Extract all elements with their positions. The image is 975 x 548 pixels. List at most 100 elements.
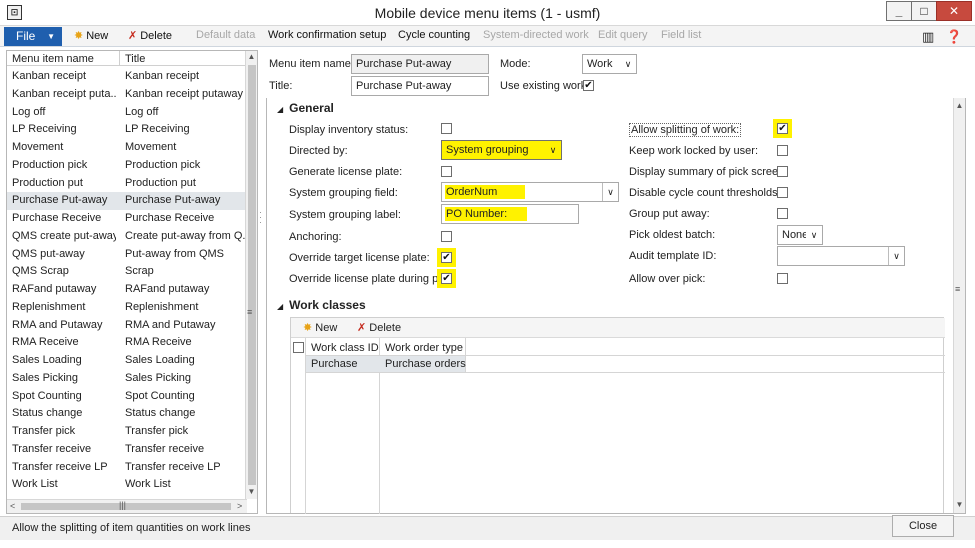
display-inventory-status-checkbox[interactable]: [441, 123, 452, 134]
work-class-delete-button[interactable]: ✗ Delete: [357, 321, 401, 334]
override-target-license-plate-checkbox[interactable]: ✔: [441, 252, 452, 263]
scroll-up-icon[interactable]: ▲: [246, 52, 257, 61]
allow-splitting-of-work-label: Allow splitting of work:: [629, 123, 742, 137]
scroll-left-icon[interactable]: <: [10, 501, 15, 511]
scroll-up-icon[interactable]: ▲: [954, 101, 965, 110]
menu-item-name-cell: Replenishment: [12, 300, 86, 313]
pane-splitter[interactable]: · · ·: [259, 208, 265, 227]
detail-vertical-scrollbar[interactable]: ▲ ≡ ▼: [953, 98, 965, 513]
column-divider: [119, 51, 120, 66]
new-button[interactable]: ✸ New: [74, 29, 108, 42]
list-item[interactable]: QMS Scrap Scrap: [7, 263, 247, 281]
menu-item-title-cell: Purchase Receive: [125, 212, 215, 224]
work-class-new-button[interactable]: ✸ New: [303, 321, 337, 334]
scroll-down-icon[interactable]: ▼: [246, 487, 257, 496]
work-order-type-cell[interactable]: Purchase orders: [385, 358, 466, 370]
override-license-plate-during-put-checkbox[interactable]: ✔: [441, 273, 452, 284]
list-item[interactable]: Transfer pick Transfer pick: [7, 423, 247, 441]
list-item[interactable]: Spot Counting Spot Counting: [7, 388, 247, 406]
mode-select[interactable]: Work ∨: [582, 54, 637, 74]
maximize-button[interactable]: □: [911, 1, 937, 21]
list-vertical-scrollbar[interactable]: ▲ ≡ ▼: [245, 51, 257, 499]
menu-item-name-field[interactable]: Purchase Put-away: [351, 54, 489, 74]
work-class-id-cell[interactable]: Purchase: [311, 358, 357, 370]
general-section-header[interactable]: ◢ General: [277, 101, 334, 115]
directed-by-select[interactable]: System grouping ∨: [441, 140, 562, 160]
menu-item-name-cell: Transfer pick: [12, 425, 76, 437]
list-item[interactable]: Work List Work List: [7, 476, 247, 494]
layout-icon[interactable]: ▥: [922, 29, 934, 45]
list-item[interactable]: RMA and Putaway RMA and Putaway: [7, 317, 247, 335]
allow-splitting-of-work-checkbox[interactable]: ✔: [777, 123, 788, 134]
menu-item-name-cell: QMS put-away: [12, 247, 85, 260]
allow-over-pick-label: Allow over pick:: [629, 273, 706, 285]
list-item[interactable]: Kanban receipt puta... Kanban receipt put…: [7, 86, 247, 104]
anchoring-checkbox[interactable]: [441, 231, 452, 242]
list-item[interactable]: Sales Loading Sales Loading: [7, 352, 247, 370]
list-horizontal-scrollbar[interactable]: < ||| >: [7, 499, 247, 513]
menu-item-name-cell: Spot Counting: [12, 389, 82, 402]
column-header-work-order-type[interactable]: Work order type: [385, 342, 463, 354]
column-header-title[interactable]: Title: [125, 53, 145, 65]
file-menu-button[interactable]: File ▼: [4, 27, 62, 46]
system-grouping-field-select[interactable]: OrderNum ∨: [441, 182, 619, 202]
keep-work-locked-checkbox[interactable]: [777, 145, 788, 156]
new-label: New: [86, 30, 109, 42]
list-item[interactable]: Replenishment Replenishment: [7, 299, 247, 317]
list-item[interactable]: Production put Production put: [7, 175, 247, 193]
edit-query-button[interactable]: Edit query: [598, 29, 648, 41]
title-field[interactable]: Purchase Put-away: [351, 76, 489, 96]
select-all-checkbox[interactable]: [293, 342, 304, 353]
menu-item-name-cell: Kanban receipt puta...: [12, 87, 116, 100]
cycle-counting-button[interactable]: Cycle counting: [398, 29, 470, 41]
audit-template-id-select[interactable]: ∨: [777, 246, 905, 266]
work-classes-section-header[interactable]: ◢ Work classes: [277, 298, 366, 312]
pick-oldest-batch-select[interactable]: None ∨: [777, 225, 823, 245]
system-directed-work-button[interactable]: System-directed work: [483, 29, 589, 41]
list-item[interactable]: Purchase Receive Purchase Receive: [7, 210, 247, 228]
work-confirmation-setup-button[interactable]: Work confirmation setup: [268, 29, 386, 41]
delete-x-icon: ✗: [357, 322, 367, 334]
scroll-thumb[interactable]: [248, 65, 256, 485]
list-item[interactable]: Sales Picking Sales Picking: [7, 370, 247, 388]
list-item[interactable]: Purchase Put-away Purchase Put-away: [7, 192, 247, 210]
allow-over-pick-checkbox[interactable]: [777, 273, 788, 284]
generate-license-plate-checkbox[interactable]: [441, 166, 452, 177]
display-summary-checkbox[interactable]: [777, 166, 788, 177]
list-item[interactable]: QMS create put-away Create put-away from …: [7, 228, 247, 246]
menu-item-title-cell: Scrap: [125, 265, 154, 278]
scroll-right-icon[interactable]: >: [237, 501, 242, 511]
menu-item-name-cell: Transfer receive: [12, 442, 92, 455]
table-row[interactable]: Purchase Purchase orders: [306, 356, 466, 372]
close-window-button[interactable]: ✕: [936, 1, 972, 21]
list-item[interactable]: Kanban receipt Kanban receipt: [7, 68, 247, 86]
list-item[interactable]: QMS put-away Put-away from QMS: [7, 246, 247, 264]
list-item[interactable]: RAFand putaway RAFand putaway: [7, 281, 247, 299]
column-header-menu-item-name[interactable]: Menu item name: [12, 53, 94, 65]
minimize-button[interactable]: _: [886, 1, 912, 21]
help-icon[interactable]: ❓: [946, 29, 962, 45]
disable-cycle-count-checkbox[interactable]: [777, 187, 788, 198]
list-item[interactable]: Transfer receive LP Transfer receive LP: [7, 459, 247, 477]
delete-button[interactable]: ✗ Delete: [128, 29, 172, 42]
column-header-work-class-id[interactable]: Work class ID: [311, 342, 379, 354]
field-list-button[interactable]: Field list: [661, 29, 701, 41]
group-put-away-label: Group put away:: [629, 208, 710, 220]
list-item[interactable]: Log off Log off: [7, 104, 247, 122]
list-item[interactable]: Status change Status change: [7, 405, 247, 423]
menu-item-name-cell: Status change: [12, 407, 83, 420]
override-target-license-plate-label: Override target license plate:: [289, 252, 430, 264]
directed-by-value: System grouping: [446, 144, 529, 156]
list-item[interactable]: RMA Receive RMA Receive: [7, 334, 247, 352]
list-item[interactable]: LP Receiving LP Receiving: [7, 121, 247, 139]
list-item[interactable]: Movement Movement: [7, 139, 247, 157]
close-button[interactable]: Close: [892, 515, 954, 537]
use-existing-work-checkbox[interactable]: ✔: [583, 80, 594, 91]
menu-item-name-cell: RAFand putaway: [12, 283, 97, 295]
list-item[interactable]: Transfer receive Transfer receive: [7, 441, 247, 459]
default-data-button[interactable]: Default data: [196, 29, 255, 41]
list-item[interactable]: Production pick Production pick: [7, 157, 247, 175]
group-put-away-checkbox[interactable]: [777, 208, 788, 219]
system-grouping-label-field[interactable]: PO Number:: [441, 204, 579, 224]
scroll-down-icon[interactable]: ▼: [954, 500, 965, 509]
